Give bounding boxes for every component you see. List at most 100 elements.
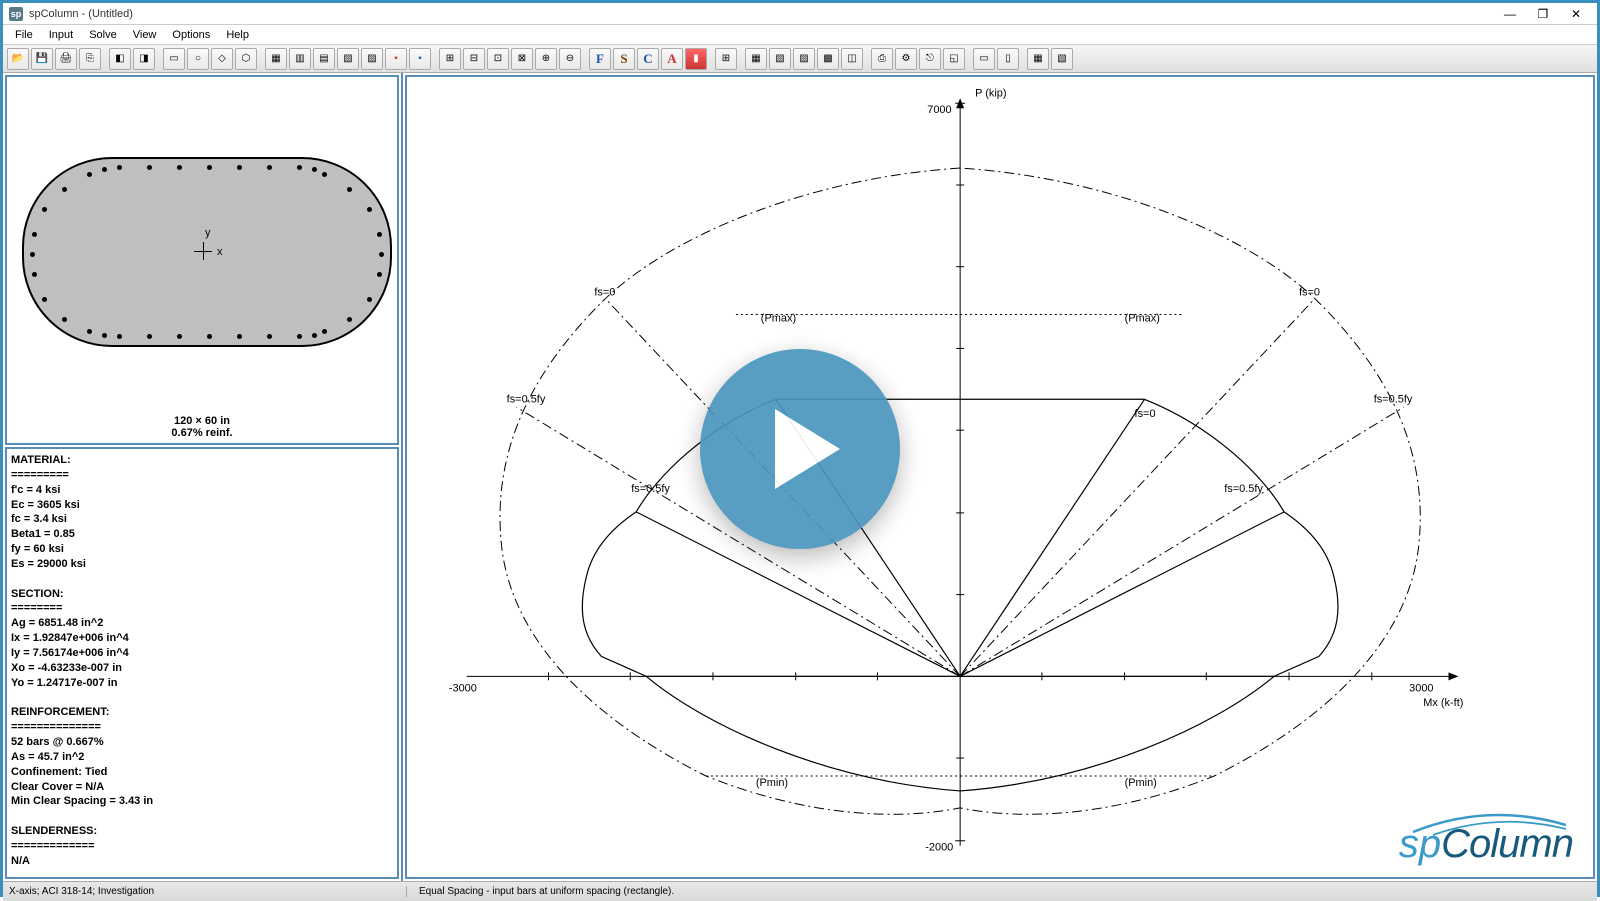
info-iy: Iy = 7.56174e+006 in^4 xyxy=(11,646,393,661)
chart-fs05-left: fs=0.5fy xyxy=(507,393,546,405)
toolbar-btn17[interactable]: ▪ xyxy=(409,48,431,70)
chart-x-title: Mx (k-ft) xyxy=(1423,697,1463,709)
toolbar-letter-C[interactable]: C xyxy=(637,48,659,70)
reinforcement-header: REINFORCEMENT: xyxy=(11,705,393,720)
toolbar-btn35[interactable]: ▯ xyxy=(997,48,1019,70)
toolbar-letter-S[interactable]: S xyxy=(613,48,635,70)
menu-file[interactable]: File xyxy=(7,27,41,43)
toolbar-btn33[interactable]: ◱ xyxy=(943,48,965,70)
toolbar-btn37[interactable]: ▧ xyxy=(1051,48,1073,70)
toolbar-btn8[interactable]: ○ xyxy=(187,48,209,70)
toolbar-btn27[interactable]: ▨ xyxy=(793,48,815,70)
toolbar-btn-color[interactable]: ▮ xyxy=(685,48,707,70)
chart-fs0-inner-right: fs=0 xyxy=(1135,408,1156,420)
toolbar-btn21[interactable]: ⊠ xyxy=(511,48,533,70)
info-ec: Ec = 3605 ksi xyxy=(11,498,393,513)
close-button[interactable]: ✕ xyxy=(1561,7,1591,21)
toolbar-print-icon[interactable]: 🖨 xyxy=(55,48,77,70)
toolbar-btn23[interactable]: ⊖ xyxy=(559,48,581,70)
toolbar-btn10[interactable]: ⬡ xyxy=(235,48,257,70)
toolbar: 📂 💾 🖨 ⎘ ◧ ◨ ▭ ○ ◇ ⬡ ▦ ▥ ▤ ▧ ▨ ▪ ▪ ⊞ ⊟ ⊡ … xyxy=(3,45,1597,73)
toolbar-letter-F[interactable]: F xyxy=(589,48,611,70)
toolbar-btn24[interactable]: ⊞ xyxy=(715,48,737,70)
menu-options[interactable]: Options xyxy=(164,27,218,43)
maximize-button[interactable]: ❐ xyxy=(1528,7,1558,21)
menu-input[interactable]: Input xyxy=(41,27,81,43)
chart-y-max: 7000 xyxy=(927,104,951,116)
chart-x-min: -3000 xyxy=(449,682,477,694)
section-dimensions: 120 × 60 in xyxy=(7,415,397,427)
titlebar: sp spColumn - (Untitled) ― ❐ ✕ xyxy=(3,3,1597,25)
cross-section-shape xyxy=(22,157,392,347)
menu-solve[interactable]: Solve xyxy=(81,27,125,43)
toolbar-btn11[interactable]: ▦ xyxy=(265,48,287,70)
toolbar-letter-A[interactable]: A xyxy=(661,48,683,70)
toolbar-btn13[interactable]: ▤ xyxy=(313,48,335,70)
section-header: SECTION: xyxy=(11,587,393,602)
toolbar-btn14[interactable]: ▧ xyxy=(337,48,359,70)
chart-y-min: -2000 xyxy=(925,842,953,854)
toolbar-btn34[interactable]: ▭ xyxy=(973,48,995,70)
statusbar-right: Equal Spacing - input bars at uniform sp… xyxy=(407,886,674,897)
toolbar-open-icon[interactable]: 📂 xyxy=(7,48,29,70)
chart-fs05-right: fs=0.5fy xyxy=(1374,393,1413,405)
info-fy: fy = 60 ksi xyxy=(11,542,393,557)
chart-pmin-right: (Pmin) xyxy=(1125,777,1157,789)
toolbar-btn25[interactable]: ▦ xyxy=(745,48,767,70)
window-controls: ― ❐ ✕ xyxy=(1495,7,1591,21)
toolbar-btn6[interactable]: ◨ xyxy=(133,48,155,70)
chart-fs05-inner-left: fs=0.5fy xyxy=(631,483,670,495)
toolbar-btn15[interactable]: ▨ xyxy=(361,48,383,70)
toolbar-btn5[interactable]: ◧ xyxy=(109,48,131,70)
material-header: MATERIAL: xyxy=(11,453,393,468)
menu-help[interactable]: Help xyxy=(218,27,257,43)
play-icon xyxy=(775,409,840,489)
toolbar-btn28[interactable]: ▩ xyxy=(817,48,839,70)
info-confinement: Confinement: Tied xyxy=(11,765,393,780)
toolbar-btn32[interactable]: ⎋ xyxy=(919,48,941,70)
toolbar-btn31[interactable]: ⚙ xyxy=(895,48,917,70)
toolbar-save-icon[interactable]: 💾 xyxy=(31,48,53,70)
section-view[interactable]: y x 120 × 60 in 0.67% reinf. xyxy=(5,75,399,445)
section-reinf: 0.67% reinf. xyxy=(7,427,397,439)
toolbar-btn7[interactable]: ▭ xyxy=(163,48,185,70)
info-as: As = 45.7 in^2 xyxy=(11,750,393,765)
section-labels: 120 × 60 in 0.67% reinf. xyxy=(7,415,397,439)
info-cover: Clear Cover = N/A xyxy=(11,780,393,795)
info-yo: Yo = 1.24717e-007 in xyxy=(11,676,393,691)
toolbar-btn16[interactable]: ▪ xyxy=(385,48,407,70)
toolbar-btn26[interactable]: ▧ xyxy=(769,48,791,70)
info-spacing: Min Clear Spacing = 3.43 in xyxy=(11,794,393,809)
chart-pmin-left: (Pmin) xyxy=(756,777,788,789)
chart-pmax-left: (Pmax) xyxy=(761,313,796,325)
info-panel: MATERIAL: ========= f'c = 4 ksi Ec = 360… xyxy=(5,447,399,879)
toolbar-btn22[interactable]: ⊕ xyxy=(535,48,557,70)
toolbar-btn20[interactable]: ⊡ xyxy=(487,48,509,70)
chart-fs05-inner-right: fs=0.5fy xyxy=(1224,483,1263,495)
app-icon: sp xyxy=(9,7,23,21)
chart-svg: P (kip) 7000 -2000 -3000 3000 Mx (k-ft) … xyxy=(407,77,1593,877)
menu-view[interactable]: View xyxy=(125,27,165,43)
slenderness-header: SLENDERNESS: xyxy=(11,824,393,839)
toolbar-copy-icon[interactable]: ⎘ xyxy=(79,48,101,70)
menubar: File Input Solve View Options Help xyxy=(3,25,1597,45)
toolbar-btn19[interactable]: ⊟ xyxy=(463,48,485,70)
toolbar-btn29[interactable]: ◫ xyxy=(841,48,863,70)
info-beta1: Beta1 = 0.85 xyxy=(11,527,393,542)
toolbar-btn9[interactable]: ◇ xyxy=(211,48,233,70)
interaction-diagram[interactable]: P (kip) 7000 -2000 -3000 3000 Mx (k-ft) … xyxy=(405,75,1595,879)
info-slenderness: N/A xyxy=(11,854,393,869)
toolbar-btn36[interactable]: ▦ xyxy=(1027,48,1049,70)
info-xo: Xo = -4.63233e-007 in xyxy=(11,661,393,676)
chart-y-title: P (kip) xyxy=(975,87,1006,99)
statusbar: X-axis; ACI 318-14; Investigation Equal … xyxy=(3,881,1597,901)
toolbar-btn30[interactable]: ⎙ xyxy=(871,48,893,70)
toolbar-btn18[interactable]: ⊞ xyxy=(439,48,461,70)
toolbar-btn12[interactable]: ▥ xyxy=(289,48,311,70)
logo: spColumn xyxy=(1399,822,1573,867)
left-column: y x 120 × 60 in 0.67% reinf. MATERIAL: =… xyxy=(3,73,403,881)
minimize-button[interactable]: ― xyxy=(1495,7,1525,21)
chart-x-max: 3000 xyxy=(1409,682,1433,694)
info-fc: fc = 3.4 ksi xyxy=(11,512,393,527)
play-button-overlay[interactable] xyxy=(700,349,900,549)
